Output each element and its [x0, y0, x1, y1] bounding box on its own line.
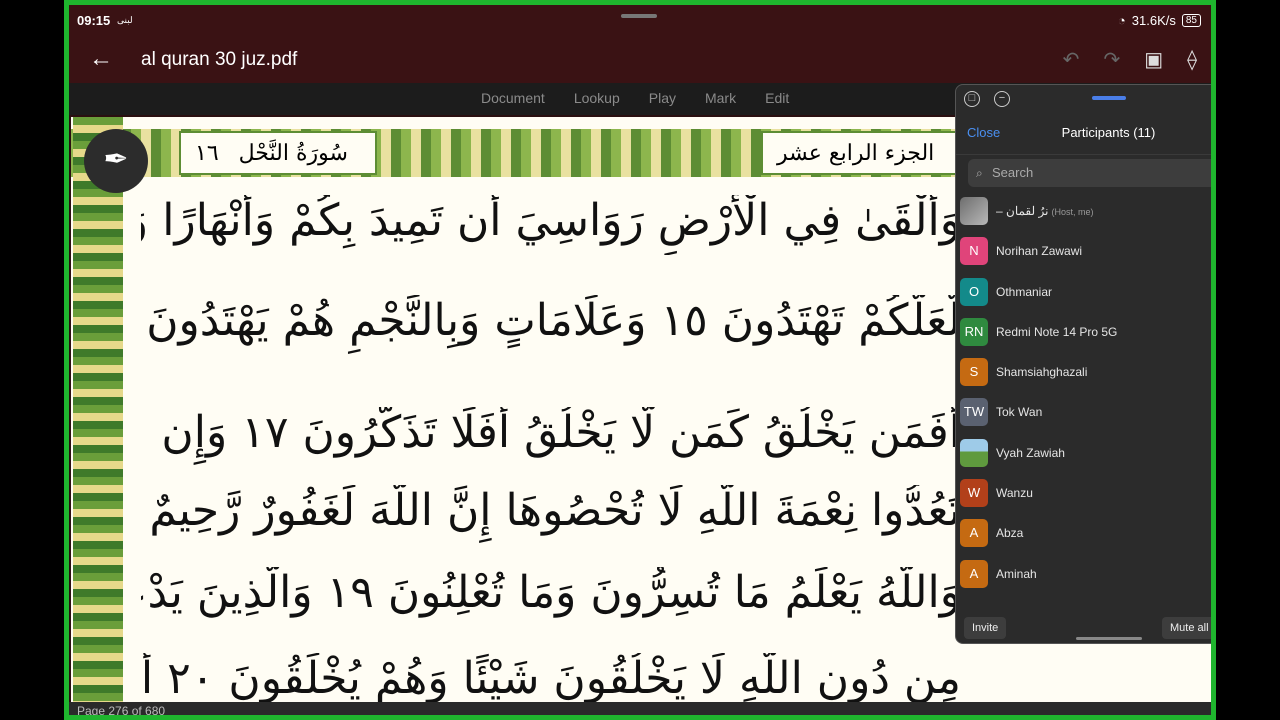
participant-name-text: Aminah — [996, 566, 1037, 581]
share-icon[interactable]: ⟠ — [1187, 47, 1197, 72]
app-bar: ← al quran 30 juz.pdf ↶ ↷ ▣ ⟠ — [69, 37, 1211, 83]
participant-name-text: Tok Wan — [996, 405, 1043, 420]
drag-handle[interactable] — [1092, 96, 1126, 100]
avatar: RN — [960, 317, 988, 346]
sura-name: سُورَةُ النَّحْل — [238, 140, 348, 166]
screen-frame: 09:15 لبنى ◔ 31.6K/s 85 ← al quran 30 ju… — [0, 0, 1280, 720]
participant-row[interactable]: Vyah Zawiah — [956, 434, 1211, 474]
menu-lookup[interactable]: Lookup — [574, 90, 620, 106]
avatar: A — [960, 559, 988, 588]
wifi-icon: ◔ — [1117, 13, 1126, 28]
participant-row[interactable]: W Wanzu — [956, 474, 1211, 514]
participant-name-text: Wanzu — [996, 486, 1033, 501]
participant-name: Aminah — [996, 567, 1037, 581]
participant-name-text: Norihan Zawawi — [996, 244, 1083, 259]
menu-play[interactable]: Play — [649, 90, 676, 106]
left-border-ornament — [73, 117, 123, 702]
quran-line-4: تَعُدُّوا نِعْمَةَ اللَّهِ لَا تُحْصُوهَ… — [141, 485, 961, 536]
search-placeholder: Search — [992, 165, 1034, 180]
undo-icon[interactable]: ↶ — [1063, 47, 1080, 72]
search-icon: ⌕ — [976, 166, 983, 180]
save-icon[interactable]: ▣ — [1144, 47, 1163, 72]
mute-all-button[interactable]: Mute all — [1162, 617, 1211, 639]
participant-name: Vyah Zawiah — [996, 446, 1065, 460]
participant-list: – نرُ لقمان (Host, me) N Norihan Zawawi O Oth… — [956, 192, 1211, 595]
restore-icon[interactable]: □ — [964, 91, 980, 107]
participant-name: Redmi Note 14 Pro 5G — [996, 325, 1117, 339]
participant-name-text: Vyah Zawiah — [996, 445, 1065, 460]
participant-name: Abza — [996, 526, 1023, 540]
status-bar: 09:15 لبنى ◔ 31.6K/s 85 — [69, 5, 1211, 37]
status-time: 09:15 — [77, 13, 111, 28]
avatar: S — [960, 358, 988, 387]
participant-name-text: – نرُ لقمان — [996, 204, 1049, 218]
participant-row[interactable]: N Norihan Zawawi — [956, 232, 1211, 272]
quran-line-2: لَّعَلَّكُمْ تَهْتَدُونَ ١٥ وَعَلَامَاتٍ… — [146, 295, 961, 346]
participant-name: Tok Wan — [996, 405, 1042, 419]
pen-tool-icon[interactable]: ✒ — [84, 129, 148, 193]
arrow-left-icon[interactable]: ← — [89, 45, 113, 73]
participant-name-text: Shamsiahghazali — [996, 365, 1088, 380]
participant-name: – نرُ لقمان (Host, me) — [996, 204, 1093, 218]
host-tag: (Host, me) — [1051, 207, 1094, 217]
participant-row[interactable]: O Othmaniar — [956, 273, 1211, 313]
participants-panel: □ − ✕ Participants (11) Close ⌕ Search –… — [955, 84, 1211, 644]
avatar: A — [960, 519, 988, 548]
participant-name: Wanzu — [996, 486, 1033, 500]
device-screen: 09:15 لبنى ◔ 31.6K/s 85 ← al quran 30 ju… — [64, 0, 1216, 720]
divider — [956, 154, 1211, 155]
participant-row[interactable]: TW Tok Wan — [956, 393, 1211, 433]
participant-name: Norihan Zawawi — [996, 244, 1082, 258]
status-icons: ◔ 31.6K/s 85 — [1118, 13, 1201, 28]
invite-button[interactable]: Invite — [964, 617, 1007, 639]
scroll-indicator — [1076, 637, 1142, 640]
avatar — [960, 197, 988, 225]
page-indicator: Page 276 of 680 — [69, 702, 1211, 715]
search-input[interactable]: ⌕ Search — [968, 159, 1211, 187]
avatar — [960, 438, 988, 467]
participant-name-text: Othmaniar — [996, 284, 1053, 299]
document-title: al quran 30 juz.pdf — [141, 49, 298, 70]
quran-line-5: وَاللَّهُ يَعْلَمُ مَا تُسِرُّونَ وَمَا … — [141, 567, 961, 618]
avatar: W — [960, 479, 988, 508]
sura-name-box: ١٦ سُورَةُ النَّحْل — [179, 131, 377, 175]
participant-name: Othmaniar — [996, 285, 1052, 299]
status-carrier: لبنى — [117, 15, 133, 25]
participant-row[interactable]: – نرُ لقمان (Host, me) — [956, 192, 1211, 232]
minimize-icon[interactable]: − — [994, 91, 1010, 107]
quran-line-6: مِن دُونِ اللَّهِ لَا يَخْلُقُونَ شَيْئً… — [141, 653, 961, 702]
participant-row[interactable]: S Shamsiahghazali — [956, 353, 1211, 393]
participant-row[interactable]: A Aminah — [956, 555, 1211, 595]
juz-name: الجزء الرابع عشر — [777, 140, 935, 166]
battery-icon: 85 — [1181, 14, 1201, 27]
menu-edit[interactable]: Edit — [765, 90, 789, 106]
sura-number: ١٦ — [195, 140, 219, 166]
quran-line-3: أَفَمَن يَخْلُقُ كَمَن لَّا يَخْلُقُ أَف… — [161, 407, 961, 458]
avatar: TW — [960, 398, 988, 427]
participant-row[interactable]: RN Redmi Note 14 Pro 5G — [956, 313, 1211, 353]
participant-name-text: Redmi Note 14 Pro 5G — [996, 324, 1118, 339]
juz-box: الجزء الرابع عشر — [761, 131, 961, 175]
close-button[interactable]: Close — [967, 125, 1000, 140]
redo-icon[interactable]: ↷ — [1103, 47, 1120, 72]
avatar: N — [960, 237, 988, 266]
quran-line-1: وَأَلْقَىٰ فِي الْأَرْضِ رَوَاسِيَ أَن ت… — [141, 195, 961, 246]
net-speed: 31.6K/s — [1131, 13, 1176, 28]
participant-name: Shamsiahghazali — [996, 365, 1087, 379]
notch-pill — [621, 14, 657, 18]
menu-mark[interactable]: Mark — [705, 90, 736, 106]
menu-document[interactable]: Document — [481, 90, 545, 106]
toolbar: ↶ ↷ ▣ ⟠ — [1063, 47, 1197, 72]
avatar: O — [960, 277, 988, 306]
participant-row[interactable]: A Abza — [956, 514, 1211, 554]
participant-name-text: Abza — [996, 526, 1024, 541]
